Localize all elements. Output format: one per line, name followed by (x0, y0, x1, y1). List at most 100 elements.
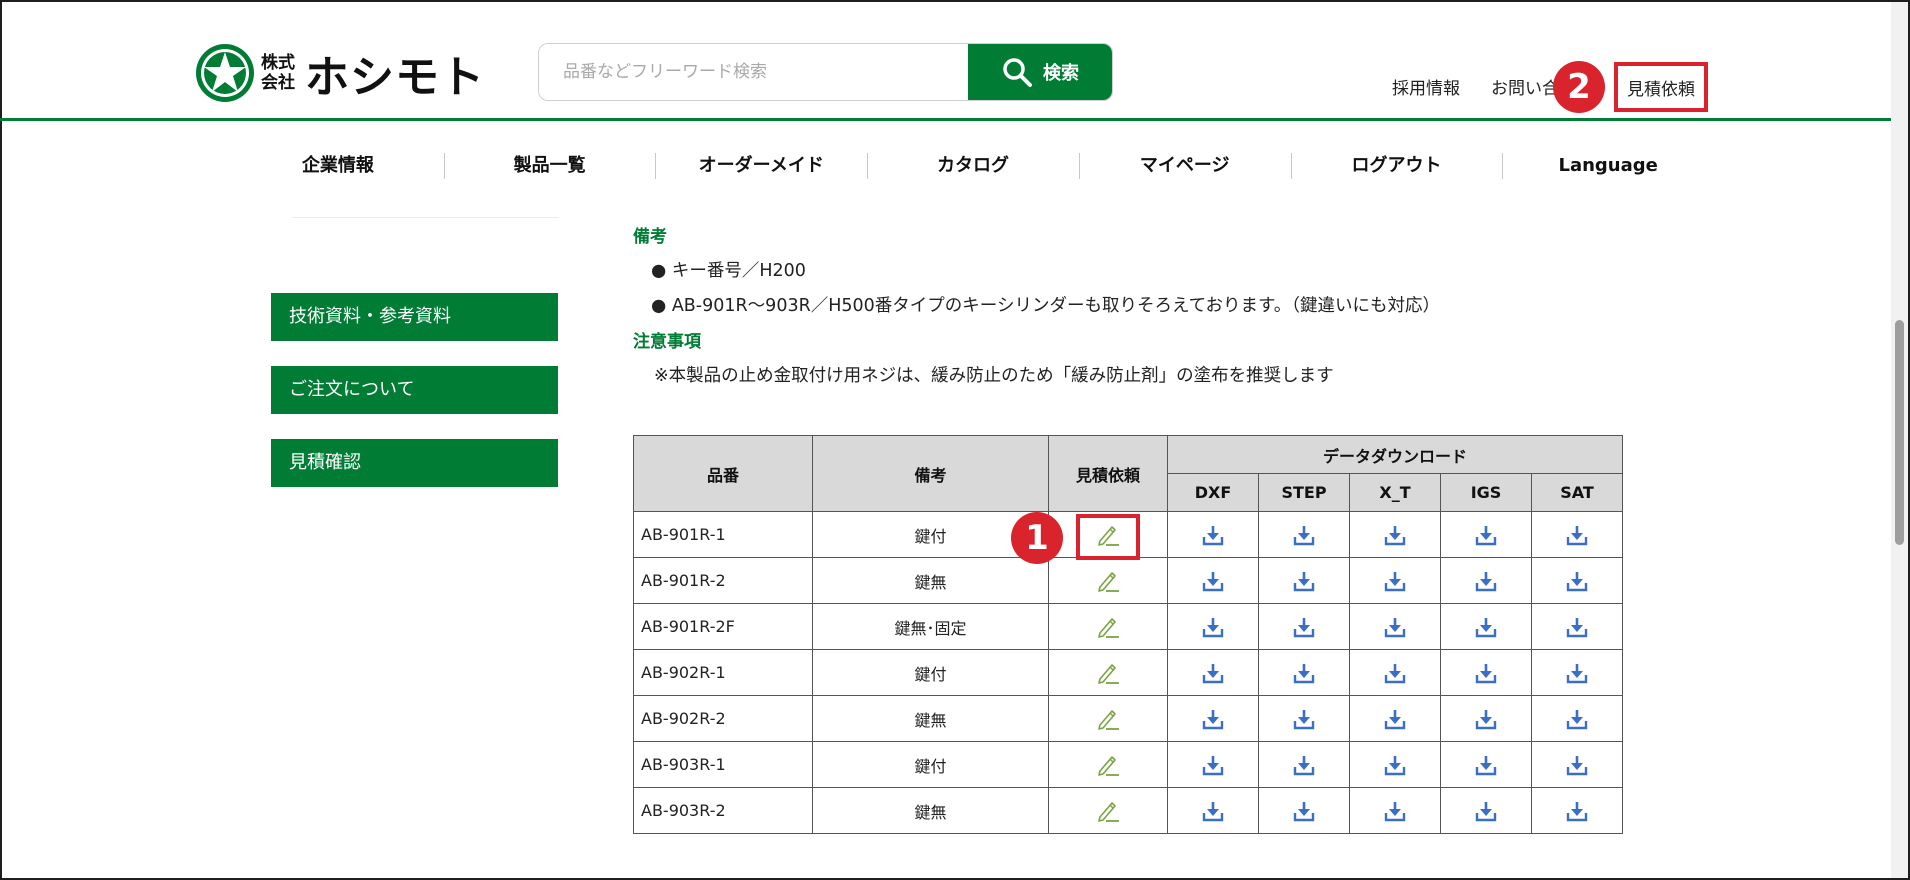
download-icon[interactable] (1202, 524, 1224, 546)
download-cell[interactable] (1167, 695, 1259, 742)
quote-cell[interactable] (1048, 649, 1168, 696)
download-cell[interactable] (1440, 603, 1532, 650)
quote-request-link[interactable]: 見積依頼 (1614, 62, 1708, 112)
search-button[interactable]: 検索 (968, 44, 1112, 100)
download-cell[interactable] (1531, 557, 1623, 604)
download-icon[interactable] (1566, 570, 1588, 592)
download-icon[interactable] (1384, 570, 1406, 592)
search-input[interactable] (539, 44, 968, 100)
pencil-icon[interactable] (1095, 568, 1121, 594)
download-cell[interactable] (1349, 649, 1441, 696)
nav-language[interactable]: Language (1502, 150, 1714, 182)
nav-mypage[interactable]: マイページ (1078, 150, 1291, 182)
download-cell[interactable] (1531, 511, 1623, 558)
quote-cell[interactable] (1048, 511, 1168, 560)
download-icon[interactable] (1475, 708, 1497, 730)
download-icon[interactable] (1384, 754, 1406, 776)
download-cell[interactable] (1349, 511, 1441, 558)
download-icon[interactable] (1293, 708, 1315, 730)
download-cell[interactable] (1531, 695, 1623, 742)
quote-cell[interactable] (1048, 603, 1168, 650)
nav-catalog[interactable]: カタログ (867, 150, 1079, 182)
download-cell[interactable] (1440, 787, 1532, 834)
download-cell[interactable] (1349, 603, 1441, 650)
nav-logout[interactable]: ログアウト (1290, 150, 1503, 182)
download-cell[interactable] (1167, 649, 1259, 696)
download-icon[interactable] (1384, 616, 1406, 638)
download-cell[interactable] (1531, 741, 1623, 788)
download-icon[interactable] (1202, 800, 1224, 822)
nav-company[interactable]: 企業情報 (232, 150, 444, 182)
download-icon[interactable] (1293, 570, 1315, 592)
contact-link[interactable]: お問い合 (1491, 74, 1559, 99)
download-cell[interactable] (1258, 695, 1350, 742)
download-cell[interactable] (1167, 511, 1259, 558)
download-cell[interactable] (1349, 557, 1441, 604)
download-icon[interactable] (1293, 754, 1315, 776)
download-icon[interactable] (1475, 754, 1497, 776)
nav-products[interactable]: 製品一覧 (443, 150, 656, 182)
download-cell[interactable] (1531, 787, 1623, 834)
download-cell[interactable] (1349, 787, 1441, 834)
download-cell[interactable] (1258, 557, 1350, 604)
sidebar-quote-check-button[interactable]: 見積確認 (271, 439, 558, 487)
quote-cell[interactable] (1048, 695, 1168, 742)
download-cell[interactable] (1258, 603, 1350, 650)
download-cell[interactable] (1258, 511, 1350, 558)
download-cell[interactable] (1258, 649, 1350, 696)
nav-order-made[interactable]: オーダーメイド (655, 150, 867, 182)
download-icon[interactable] (1566, 662, 1588, 684)
download-cell[interactable] (1349, 741, 1441, 788)
download-icon[interactable] (1293, 662, 1315, 684)
scrollbar-thumb[interactable] (1895, 320, 1904, 545)
download-icon[interactable] (1566, 800, 1588, 822)
pencil-icon[interactable] (1095, 660, 1121, 686)
download-icon[interactable] (1475, 800, 1497, 822)
company-logo[interactable]: 株式 会社 ホシモト (195, 41, 485, 105)
recruit-link[interactable]: 採用情報 (1392, 74, 1460, 99)
download-cell[interactable] (1167, 787, 1259, 834)
download-icon[interactable] (1566, 524, 1588, 546)
pencil-icon[interactable] (1095, 798, 1121, 824)
quote-cell[interactable] (1048, 787, 1168, 834)
sidebar-ordering-button[interactable]: ご注文について (271, 366, 558, 414)
download-icon[interactable] (1293, 616, 1315, 638)
pencil-icon[interactable] (1095, 706, 1121, 732)
download-icon[interactable] (1384, 800, 1406, 822)
download-icon[interactable] (1475, 662, 1497, 684)
download-cell[interactable] (1531, 649, 1623, 696)
pencil-icon[interactable] (1095, 614, 1121, 640)
sidebar-tech-docs-button[interactable]: 技術資料・参考資料 (271, 293, 558, 341)
download-cell[interactable] (1349, 695, 1441, 742)
download-icon[interactable] (1202, 754, 1224, 776)
download-cell[interactable] (1167, 741, 1259, 788)
download-icon[interactable] (1475, 616, 1497, 638)
download-icon[interactable] (1202, 708, 1224, 730)
download-icon[interactable] (1202, 662, 1224, 684)
download-icon[interactable] (1475, 570, 1497, 592)
download-cell[interactable] (1440, 649, 1532, 696)
download-cell[interactable] (1258, 787, 1350, 834)
download-cell[interactable] (1531, 603, 1623, 650)
quote-cell[interactable] (1048, 557, 1168, 604)
download-icon[interactable] (1202, 616, 1224, 638)
download-cell[interactable] (1440, 557, 1532, 604)
download-cell[interactable] (1258, 741, 1350, 788)
download-icon[interactable] (1202, 570, 1224, 592)
download-cell[interactable] (1440, 695, 1532, 742)
download-cell[interactable] (1167, 603, 1259, 650)
download-cell[interactable] (1167, 557, 1259, 604)
download-icon[interactable] (1566, 708, 1588, 730)
download-icon[interactable] (1384, 524, 1406, 546)
download-icon[interactable] (1293, 800, 1315, 822)
download-icon[interactable] (1384, 708, 1406, 730)
quote-cell[interactable] (1048, 741, 1168, 788)
download-icon[interactable] (1566, 616, 1588, 638)
download-icon[interactable] (1293, 524, 1315, 546)
download-cell[interactable] (1440, 741, 1532, 788)
download-icon[interactable] (1384, 662, 1406, 684)
download-icon[interactable] (1566, 754, 1588, 776)
download-icon[interactable] (1475, 524, 1497, 546)
download-cell[interactable] (1440, 511, 1532, 558)
pencil-icon[interactable] (1095, 752, 1121, 778)
